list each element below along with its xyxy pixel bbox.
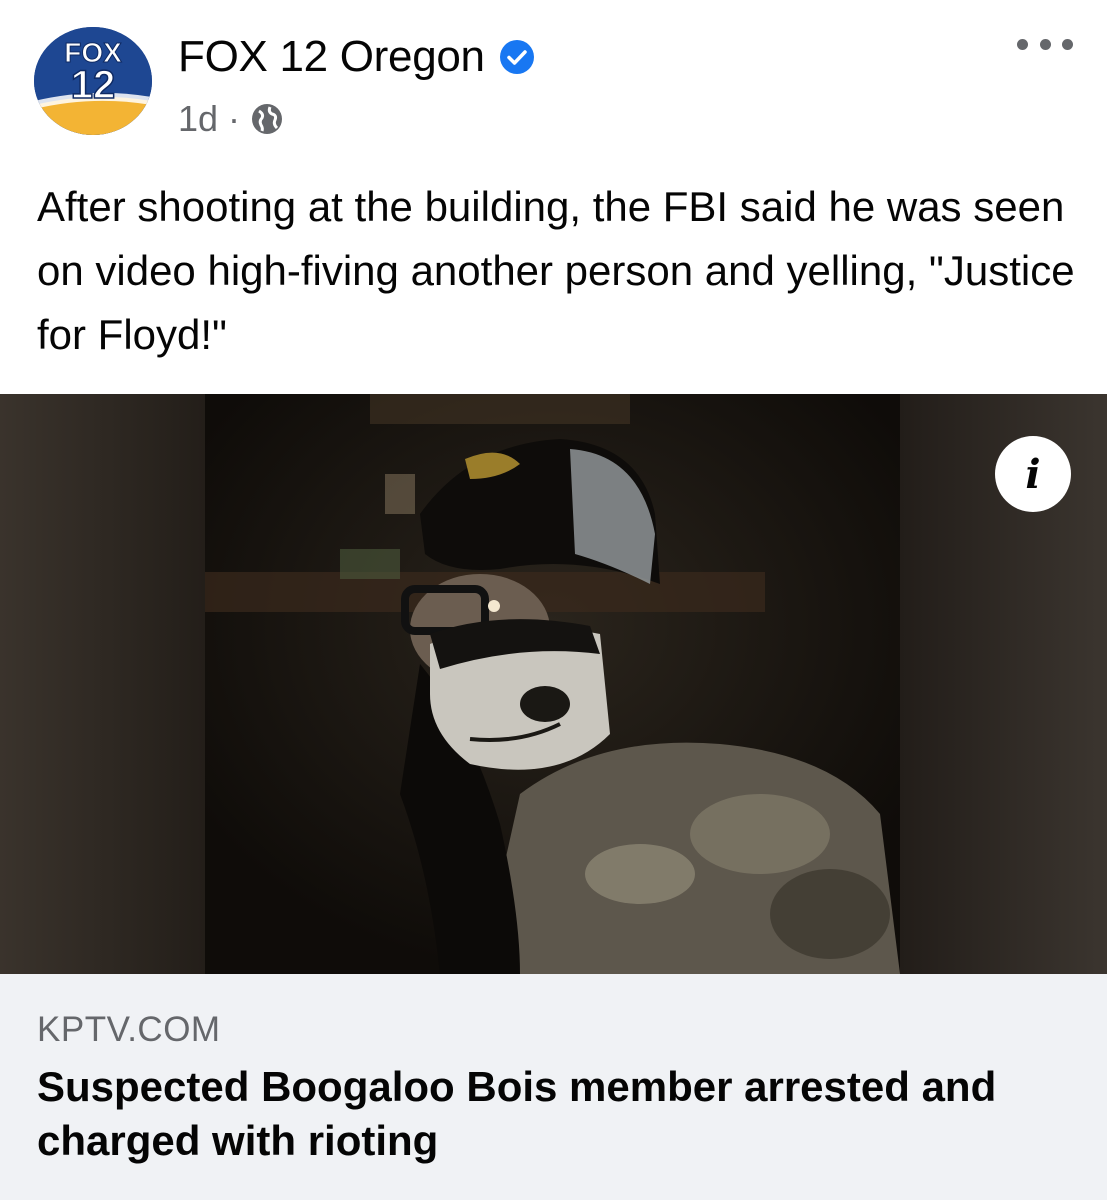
post-timestamp[interactable]: 1d: [178, 98, 218, 140]
post-text: After shooting at the building, the FBI …: [37, 183, 1075, 358]
more-dot-icon: [1017, 38, 1028, 50]
link-preview-card[interactable]: KPTV.COM Suspected Boogaloo Bois member …: [0, 974, 1107, 1200]
fox12-logo: FOX 12: [34, 27, 152, 135]
more-dot-icon: [1039, 38, 1051, 50]
meta-separator: ·: [228, 98, 241, 139]
link-domain: KPTV.COM: [37, 1010, 221, 1049]
page-name-row: FOX 12 Oregon: [178, 32, 535, 82]
logo-12-text: 12: [71, 63, 116, 107]
globe-icon: [252, 104, 283, 134]
facebook-post: FOX 12 FOX 12 Oregon 1d · After shooting…: [0, 0, 1107, 1200]
more-options-button[interactable]: [1017, 34, 1073, 54]
page-avatar[interactable]: FOX 12: [34, 27, 152, 135]
more-dot-icon: [1062, 38, 1073, 50]
post-image[interactable]: i: [0, 394, 1107, 974]
link-title[interactable]: Suspected Boogaloo Bois member arrested …: [37, 1060, 1077, 1168]
page-name-link[interactable]: FOX 12 Oregon: [178, 32, 485, 82]
post-meta: 1d ·: [178, 98, 284, 140]
masked-person-photo: [0, 394, 1107, 974]
info-button[interactable]: i: [995, 436, 1071, 512]
post-header: FOX 12 FOX 12 Oregon 1d ·: [0, 0, 1107, 160]
verified-badge-icon: [499, 40, 534, 74]
